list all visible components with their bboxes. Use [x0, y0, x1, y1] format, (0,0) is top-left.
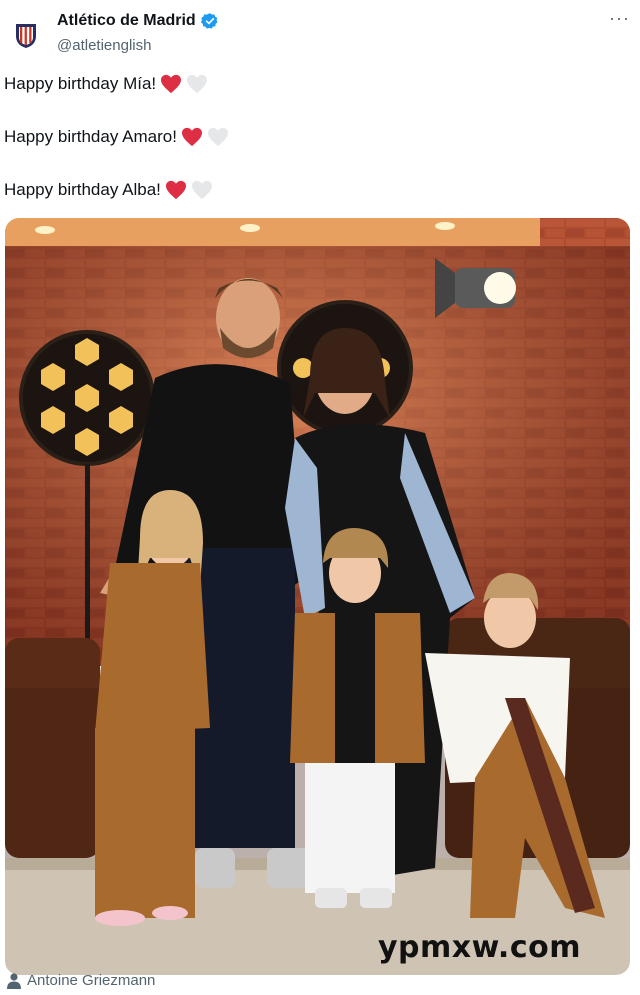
tweet-photo[interactable] [5, 218, 630, 975]
red-heart-icon [161, 74, 182, 94]
white-heart-icon [207, 127, 228, 147]
tweet-line-1: Happy birthday Mía! [4, 74, 208, 94]
tweet-text: Happy birthday Mía! [4, 74, 157, 93]
verified-badge-icon [200, 13, 218, 29]
atletico-crest-avatar[interactable] [10, 18, 42, 50]
tweet-header: Atlético de Madrid @atletienglish ··· [0, 0, 640, 62]
white-heart-icon [187, 74, 208, 94]
account-handle[interactable]: @atletienglish [57, 37, 151, 54]
red-heart-icon [181, 127, 202, 147]
red-heart-icon [165, 180, 186, 200]
family-photo-illustration [5, 218, 630, 975]
tweet-text: Happy birthday Alba! [4, 180, 161, 199]
account-name[interactable]: Atlético de Madrid [57, 12, 196, 30]
tweet-line-3: Happy birthday Alba! [4, 180, 213, 200]
tagged-person-name[interactable]: Antoine Griezmann [27, 972, 155, 989]
watermark: ypmxw.com [378, 930, 581, 965]
person-icon [7, 972, 21, 989]
tagged-person[interactable]: Antoine Griezmann [7, 972, 155, 989]
tweet-line-2: Happy birthday Amaro! [4, 127, 229, 147]
white-heart-icon [191, 180, 212, 200]
more-options-icon[interactable]: ··· [609, 8, 630, 29]
tweet-text: Happy birthday Amaro! [4, 127, 177, 146]
